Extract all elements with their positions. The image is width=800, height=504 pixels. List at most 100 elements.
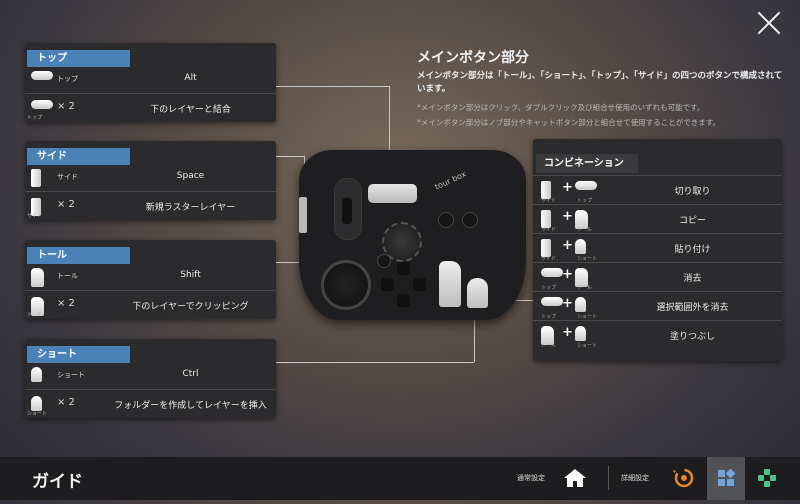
short-button-icon (575, 297, 586, 312)
panel-header: トール (25, 240, 276, 264)
combo-caption-1: トップ (541, 314, 557, 320)
row-action-value: Space (176, 171, 205, 181)
short-button-icon (575, 326, 586, 341)
tourbox-device: tour box (299, 150, 526, 320)
assignment-row[interactable]: サイド Space (25, 163, 276, 191)
combo-icon-2-wrap (575, 326, 586, 341)
top-button-icon (541, 268, 563, 277)
device-tour-button (377, 254, 391, 268)
panel-header: サイド (25, 141, 276, 165)
combination-row[interactable]: + トップ トール 消去 (533, 262, 782, 291)
row-icon-wrap (31, 396, 42, 411)
plus-icon: + (562, 209, 573, 224)
combo-caption-2: トール (577, 285, 593, 291)
assignment-row[interactable]: × 2 ショート フォルダーを作成してレイヤーを挿入 (25, 389, 276, 418)
row-action-value: Ctrl (182, 369, 199, 379)
device-short-button (467, 278, 488, 308)
combination-row[interactable]: + トップ ショート 選択範囲外を消去 (533, 291, 782, 320)
row-button-label: × 2 (57, 199, 75, 210)
combo-icon-2-wrap (575, 297, 586, 312)
row-button-label: サイド (57, 173, 78, 181)
plus-icon: + (562, 267, 573, 282)
panel-header: ショート (25, 339, 276, 363)
row-button-label: × 2 (57, 101, 75, 112)
row-action-value: Shift (180, 270, 201, 280)
device-c1-button (438, 212, 454, 228)
knob-settings-icon[interactable] (665, 457, 703, 500)
combination-row[interactable]: + サイド ショート 貼り付け (533, 233, 782, 262)
combo-caption-2: ショート (577, 256, 598, 262)
connector-top (276, 86, 390, 157)
top-button-icon (575, 181, 597, 190)
normal-settings-label: 通常設定 (517, 474, 545, 482)
device-wheel (321, 260, 371, 310)
combo-caption-1: サイド (541, 227, 557, 233)
toll-button-icon (31, 268, 44, 287)
short-button-icon (31, 367, 42, 382)
row-button-label: × 2 (57, 298, 75, 309)
combo-caption-2: トール (577, 227, 593, 233)
side-button-icon (31, 169, 41, 187)
combination-row[interactable]: + トール ショート 塗りつぶし (533, 320, 782, 349)
row-icon-wrap (31, 71, 53, 80)
row-action-value: 下のレイヤーでクリッピング (132, 302, 249, 312)
combination-header: コンビネーション (536, 154, 638, 173)
assignment-row[interactable]: × 2 トップ 下のレイヤーと結合 (25, 93, 276, 122)
combo-icon-2-wrap (575, 239, 586, 254)
top-button-icon (31, 71, 53, 80)
row-button-label: トップ (57, 75, 78, 83)
button-panel: トール トール Shift × 2 トール 下のレイヤーでクリッピング (25, 240, 276, 319)
assignment-row[interactable]: × 2 サイド 新規ラスターレイヤー (25, 191, 276, 220)
top-button-icon (31, 100, 53, 109)
assignment-row[interactable]: × 2 トール 下のレイヤーでクリッピング (25, 290, 276, 319)
combo-caption-1: サイド (541, 198, 557, 204)
dpad-settings-icon[interactable] (748, 457, 786, 500)
combo-action-value: 貼り付け (674, 245, 711, 255)
close-button[interactable] (756, 10, 782, 36)
top-button-icon (541, 297, 563, 306)
assignment-row[interactable]: ショート Ctrl (25, 361, 276, 389)
combo-caption-1: トップ (541, 285, 557, 291)
bottom-separator (608, 466, 609, 490)
row-icon-wrap (31, 268, 44, 287)
combo-icon-2-wrap (575, 181, 597, 190)
combo-action-value: 選択範囲外を消去 (656, 303, 729, 313)
home-icon[interactable] (563, 468, 587, 488)
device-top-button (368, 184, 417, 203)
main-buttons-icon[interactable] (707, 457, 745, 500)
info-note-1: *メインボタン部分はクリック、ダブルクリック及び組合せ使用のいずれも可能です。 (417, 103, 705, 112)
assignment-row[interactable]: トップ Alt (25, 65, 276, 93)
combo-caption-2: ショート (577, 343, 598, 349)
combo-action-value: 消去 (683, 274, 702, 284)
combo-action-value: 塗りつぶし (669, 332, 716, 342)
combination-row[interactable]: + サイド トール コピー (533, 204, 782, 233)
combo-action-value: 切り取り (674, 187, 711, 197)
device-dpad-left (381, 278, 394, 291)
plus-icon: + (562, 325, 573, 340)
device-dpad-up (397, 262, 410, 275)
short-button-icon (575, 239, 586, 254)
info-description: メインボタン部分は「トール」、「ショート」、「トップ」、「サイド」の四つのボタン… (417, 71, 783, 94)
guide-title: ガイド (32, 472, 83, 492)
row-icon-caption: サイド (27, 213, 43, 219)
row-action-value: Alt (184, 73, 197, 83)
row-icon-caption: トップ (27, 115, 43, 121)
plus-icon: + (562, 238, 573, 253)
row-icon-wrap (31, 100, 53, 109)
combo-icon-1-wrap (541, 268, 563, 277)
detail-settings-label: 詳細設定 (621, 474, 649, 482)
device-side-button (299, 197, 307, 233)
assignment-row[interactable]: トール Shift (25, 262, 276, 290)
connector-short (276, 362, 474, 363)
plus-icon: + (562, 296, 573, 311)
bottom-bar: ガイド 通常設定 詳細設定 (0, 457, 800, 500)
device-scroll (342, 198, 352, 224)
row-action-value: フォルダーを作成してレイヤーを挿入 (114, 401, 267, 411)
row-action-value: 新規ラスターレイヤー (145, 203, 236, 213)
row-button-label: × 2 (57, 397, 75, 408)
combo-caption-1: サイド (541, 256, 557, 262)
button-panel: トップ トップ Alt × 2 トップ 下のレイヤーと結合 (25, 43, 276, 122)
device-dpad-right (413, 278, 426, 291)
combination-panel: コンビネーション + サイド トップ 切り取り + サイド トール コピー + サイド ショート 貼り… (533, 139, 782, 361)
combination-row[interactable]: + サイド トップ 切り取り (533, 175, 782, 204)
